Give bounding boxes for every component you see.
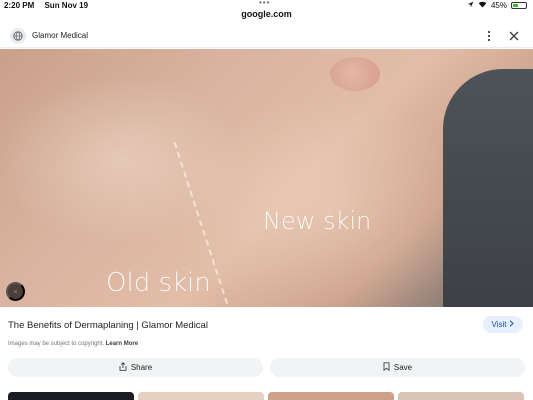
close-icon[interactable] bbox=[507, 29, 521, 43]
battery-fill bbox=[513, 4, 518, 7]
save-button[interactable]: Save bbox=[270, 358, 525, 377]
result-image[interactable]: New skin Old skin bbox=[0, 49, 533, 307]
overlay-new-skin: New skin bbox=[263, 207, 372, 235]
related-image-thumb[interactable] bbox=[398, 392, 524, 400]
site-header: Glamor Medical bbox=[0, 24, 533, 48]
result-title[interactable]: The Benefits of Dermaplaning | Glamor Me… bbox=[8, 320, 208, 331]
hair-shape bbox=[443, 69, 533, 307]
related-images-row bbox=[0, 392, 533, 400]
learn-more-link[interactable]: Learn More bbox=[106, 341, 138, 347]
related-image-thumb[interactable] bbox=[138, 392, 264, 400]
share-label: Share bbox=[130, 363, 153, 372]
visit-button[interactable]: Visit bbox=[483, 316, 523, 333]
copyright-notice: Images may be subject to copyright. Lear… bbox=[8, 341, 138, 347]
copyright-text: Images may be subject to copyright. bbox=[8, 341, 105, 347]
address-bar[interactable]: google.com bbox=[0, 9, 533, 21]
overlay-old-skin: Old skin bbox=[106, 268, 211, 298]
chevron-right-icon bbox=[509, 320, 515, 329]
globe-icon bbox=[10, 28, 26, 44]
save-label: Save bbox=[393, 363, 413, 372]
site-name[interactable]: Glamor Medical bbox=[32, 31, 88, 40]
nose-shape bbox=[330, 57, 380, 91]
related-image-thumb[interactable] bbox=[8, 392, 134, 400]
visit-label: Visit bbox=[491, 320, 507, 329]
related-image-thumb[interactable] bbox=[268, 392, 394, 400]
bookmark-icon bbox=[383, 362, 390, 373]
battery-icon bbox=[511, 2, 527, 9]
share-button[interactable]: Share bbox=[8, 358, 263, 377]
more-options-icon[interactable] bbox=[484, 29, 494, 43]
share-icon bbox=[119, 362, 127, 373]
lens-search-icon[interactable] bbox=[6, 282, 25, 301]
multitask-dots-icon[interactable]: ••• bbox=[259, 0, 270, 8]
